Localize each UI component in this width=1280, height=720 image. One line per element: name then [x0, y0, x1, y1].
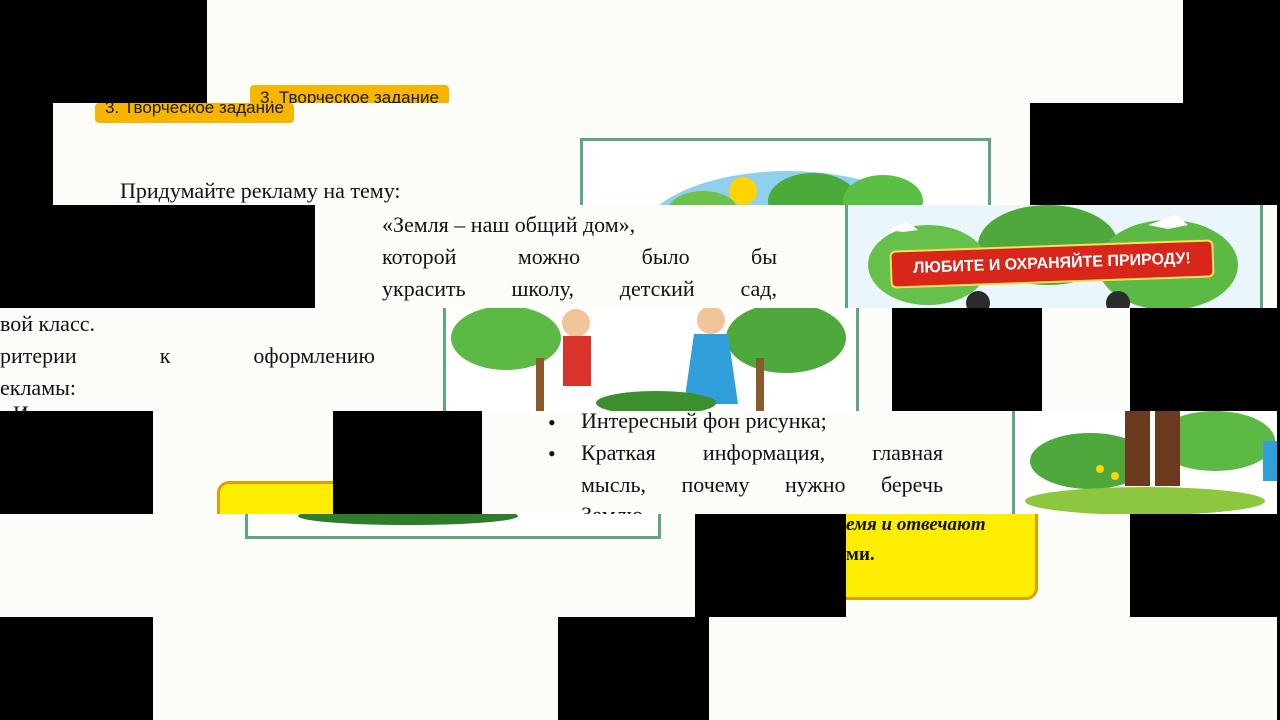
bullet-2: • — [548, 441, 556, 466]
yellow-box-left — [217, 481, 333, 514]
theme-line-3: украсить школу, детский сад, — [382, 276, 777, 301]
frame-bottom — [298, 514, 518, 525]
tile-bottom-1 — [153, 617, 558, 720]
theme-line-1: «Земля – наш общий дом», — [382, 212, 636, 237]
task-tab: 3. Творческое задание — [95, 103, 294, 123]
kids-illustration — [451, 308, 846, 411]
note-line-1: емя и отвечают — [846, 514, 986, 535]
bullet-1: • — [548, 411, 556, 435]
criteria-line-3: мысль, почему нужно беречь — [581, 472, 943, 497]
dove-icon — [888, 222, 918, 232]
tile-criteria: • Интересный фон рисунка; • Краткая инфор… — [482, 411, 1277, 514]
theme-line-2: которой можно было бы — [382, 244, 777, 269]
girl-face — [697, 308, 725, 334]
tile-left-text: вой класс. ритериикоформлению екламы: · … — [0, 308, 443, 411]
tile-left-lower — [153, 411, 333, 514]
tile-intro: 3. Творческое задание Придумайте рекламу… — [53, 103, 1030, 205]
criteria-line-2: Краткая информация, главная — [581, 440, 943, 465]
left-line-4: · Ин — [0, 398, 41, 411]
poster-illustration-top — [583, 141, 988, 205]
tile-bottom-left — [0, 514, 695, 617]
left-line-1: вой класс. — [0, 311, 95, 336]
note-line-2: ми. — [846, 544, 875, 565]
criteria-line-1: Интересный фон рисунка; — [581, 411, 827, 433]
tile-right-small — [1042, 308, 1130, 411]
forest-illustration — [1025, 411, 1277, 514]
task-tab-back: 3. Творческое задание — [250, 85, 449, 105]
tile-note: емя и отвечают ми. — [846, 514, 1130, 617]
tile-kids — [443, 308, 892, 411]
tile-theme: «Земля – наш общий дом», которой можно был… — [315, 205, 845, 308]
tile-bottom-2 — [709, 617, 1277, 720]
intro-text: Придумайте рекламу на тему: — [120, 178, 401, 203]
left-line-2: ритерии к оформлению — [0, 343, 375, 368]
boy-face — [562, 309, 590, 337]
criteria-line-4: Землю — [581, 499, 643, 514]
poster-frame-top — [580, 138, 991, 205]
tile-banner: ЛЮБИТЕ И ОХРАНЯЙТЕ ПРИРОДУ! — [845, 205, 1277, 308]
sun-icon — [729, 177, 757, 205]
